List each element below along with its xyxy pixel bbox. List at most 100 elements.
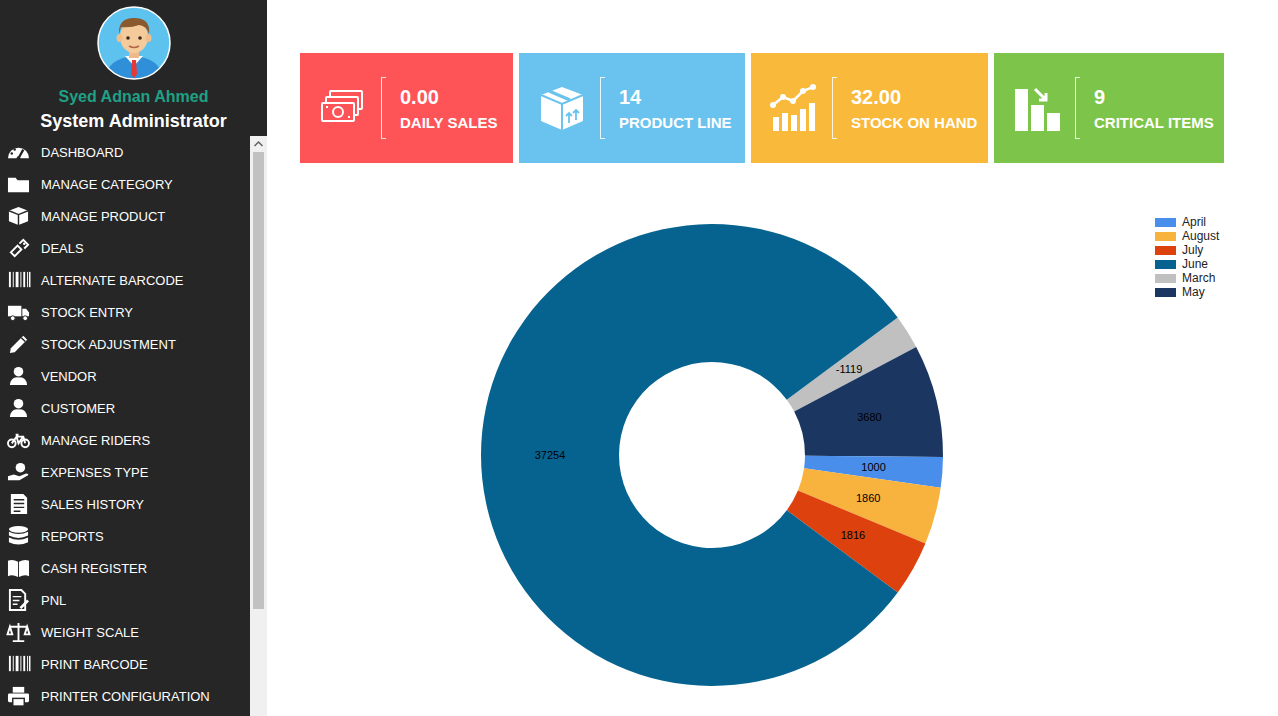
sidebar-menu: DASHBOARD MANAGE CATEGORY MANAGE PRODUCT DE… (0, 136, 267, 716)
card-divider (1075, 77, 1080, 139)
sidebar-item[interactable]: PNL (0, 584, 250, 616)
sidebar-item-label[interactable]: MANAGE RIDERS (41, 433, 150, 448)
card-value: 9 (1094, 85, 1214, 109)
sidebar-item-label[interactable]: MANAGE CATEGORY (41, 177, 173, 192)
box-icon (537, 83, 587, 133)
main-content: 0.00DAILY SALES 14PRODUCT LINE 32.00STOCK … (267, 0, 1278, 716)
sidebar-item-label[interactable]: ALTERNATE BARCODE (41, 273, 184, 288)
sidebar: Syed Adnan Ahmed System Administrator DAS… (0, 0, 267, 716)
sidebar-item-label[interactable]: PNL (41, 593, 66, 608)
menu-icon (6, 205, 31, 227)
sidebar-item-label[interactable]: PRINTER CONFIGURATION (41, 689, 210, 704)
legend-item[interactable]: March (1155, 271, 1219, 285)
scroll-thumb[interactable] (253, 152, 264, 609)
slice-label: 1860 (856, 492, 880, 504)
card-text: 0.00DAILY SALES (400, 85, 498, 132)
sidebar-item[interactable]: EXPENSES TYPE (0, 456, 250, 488)
sidebar-item-label[interactable]: STOCK ENTRY (41, 305, 133, 320)
sidebar-item[interactable]: SALES HISTORY (0, 488, 250, 520)
legend-label: July (1182, 243, 1203, 257)
menu-icon (6, 461, 31, 483)
card-value: 0.00 (400, 85, 498, 109)
menu-icon (6, 429, 31, 451)
legend-label: August (1182, 229, 1219, 243)
sidebar-item-label[interactable]: VENDOR (41, 369, 97, 384)
sidebar-item-label[interactable]: SALES HISTORY (41, 497, 144, 512)
legend-item[interactable]: June (1155, 257, 1219, 271)
card-value: 14 (619, 85, 732, 109)
menu-icon (6, 141, 31, 163)
sidebar-item[interactable]: CUSTOMER (0, 392, 250, 424)
card-label: CRITICAL ITEMS (1094, 114, 1214, 132)
sidebar-item[interactable]: PRINT BARCODE (0, 648, 250, 680)
sidebar-item-label[interactable]: REPORTS (41, 529, 104, 544)
sidebar-item-label[interactable]: WEIGHT SCALE (41, 625, 139, 640)
legend-item[interactable]: May (1155, 285, 1219, 299)
bar-chart-down-icon (1012, 83, 1062, 133)
user-name: Syed Adnan Ahmed (59, 88, 209, 106)
summary-card[interactable]: 0.00DAILY SALES (300, 53, 513, 163)
legend-item[interactable]: August (1155, 229, 1219, 243)
summary-card[interactable]: 14PRODUCT LINE (519, 53, 745, 163)
card-text: 32.00STOCK ON HAND (851, 85, 977, 132)
sidebar-item-label[interactable]: DEALS (41, 241, 84, 256)
growth-chart-icon (769, 83, 819, 133)
legend-label: June (1182, 257, 1208, 271)
legend-item[interactable]: July (1155, 243, 1219, 257)
menu-icon (6, 621, 31, 643)
sidebar-item[interactable]: DASHBOARD (0, 136, 250, 168)
menu-icon (6, 525, 31, 547)
menu-icon (6, 653, 31, 675)
sidebar-item[interactable]: STOCK ADJUSTMENT (0, 328, 250, 360)
slice-label: 37254 (535, 449, 566, 461)
sidebar-item-label[interactable]: MANAGE PRODUCT (41, 209, 165, 224)
slice-label: 3680 (857, 411, 881, 423)
sidebar-item[interactable]: MANAGE RIDERS (0, 424, 250, 456)
sidebar-item[interactable]: REPORTS (0, 520, 250, 552)
legend-label: April (1182, 215, 1206, 229)
sidebar-item-label[interactable]: CASH REGISTER (41, 561, 147, 576)
menu-icon (6, 557, 31, 579)
menu-icon (6, 589, 31, 611)
legend-swatch (1155, 232, 1176, 241)
sidebar-item[interactable]: WEIGHT SCALE (0, 616, 250, 648)
sidebar-item-label[interactable]: EXPENSES TYPE (41, 465, 148, 480)
sidebar-item[interactable]: ALTERNATE BARCODE (0, 264, 250, 296)
menu-icon (6, 237, 31, 259)
menu-icon (6, 333, 31, 355)
sidebar-item[interactable]: MANAGE PRODUCT (0, 200, 250, 232)
scroll-up-icon (250, 136, 267, 152)
sidebar-item[interactable]: CASH REGISTER (0, 552, 250, 584)
legend-item[interactable]: April (1155, 215, 1219, 229)
slice-label: 1000 (861, 461, 885, 473)
summary-card[interactable]: 9 CRITICAL ITEMS (994, 53, 1224, 163)
sidebar-item[interactable]: DEALS (0, 232, 250, 264)
sidebar-item[interactable]: STOCK ENTRY (0, 296, 250, 328)
card-label: STOCK ON HAND (851, 114, 977, 132)
card-text: 14PRODUCT LINE (619, 85, 732, 132)
scroll-track[interactable] (250, 152, 267, 716)
sidebar-item-label[interactable]: PRINT BARCODE (41, 657, 148, 672)
menu-icon (6, 365, 31, 387)
summary-card[interactable]: 32.00STOCK ON HAND (751, 53, 988, 163)
user-role: System Administrator (40, 110, 226, 132)
sidebar-item[interactable]: PRINTER CONFIGURATION (0, 680, 250, 712)
menu-icon (6, 493, 31, 515)
card-text: 9 CRITICAL ITEMS (1094, 85, 1214, 132)
sidebar-item-label[interactable]: CUSTOMER (41, 401, 115, 416)
menu-icon (6, 397, 31, 419)
chart-slice[interactable] (481, 224, 898, 686)
sidebar-item[interactable]: MANAGE CATEGORY (0, 168, 250, 200)
sidebar-item[interactable]: VENDOR (0, 360, 250, 392)
card-divider (600, 77, 605, 139)
scrollbar[interactable] (250, 136, 267, 716)
donut-chart-canvas: -1119368010001860181637254 (267, 163, 1278, 716)
slice-label: 1816 (841, 529, 865, 541)
legend-swatch (1155, 288, 1176, 297)
legend-label: March (1182, 271, 1215, 285)
sidebar-item-label[interactable]: STOCK ADJUSTMENT (41, 337, 176, 352)
summary-cards: 0.00DAILY SALES 14PRODUCT LINE 32.00STOCK … (267, 0, 1278, 163)
legend-label: May (1182, 285, 1205, 299)
menu-icon (6, 301, 31, 323)
sidebar-item-label[interactable]: DASHBOARD (41, 145, 123, 160)
